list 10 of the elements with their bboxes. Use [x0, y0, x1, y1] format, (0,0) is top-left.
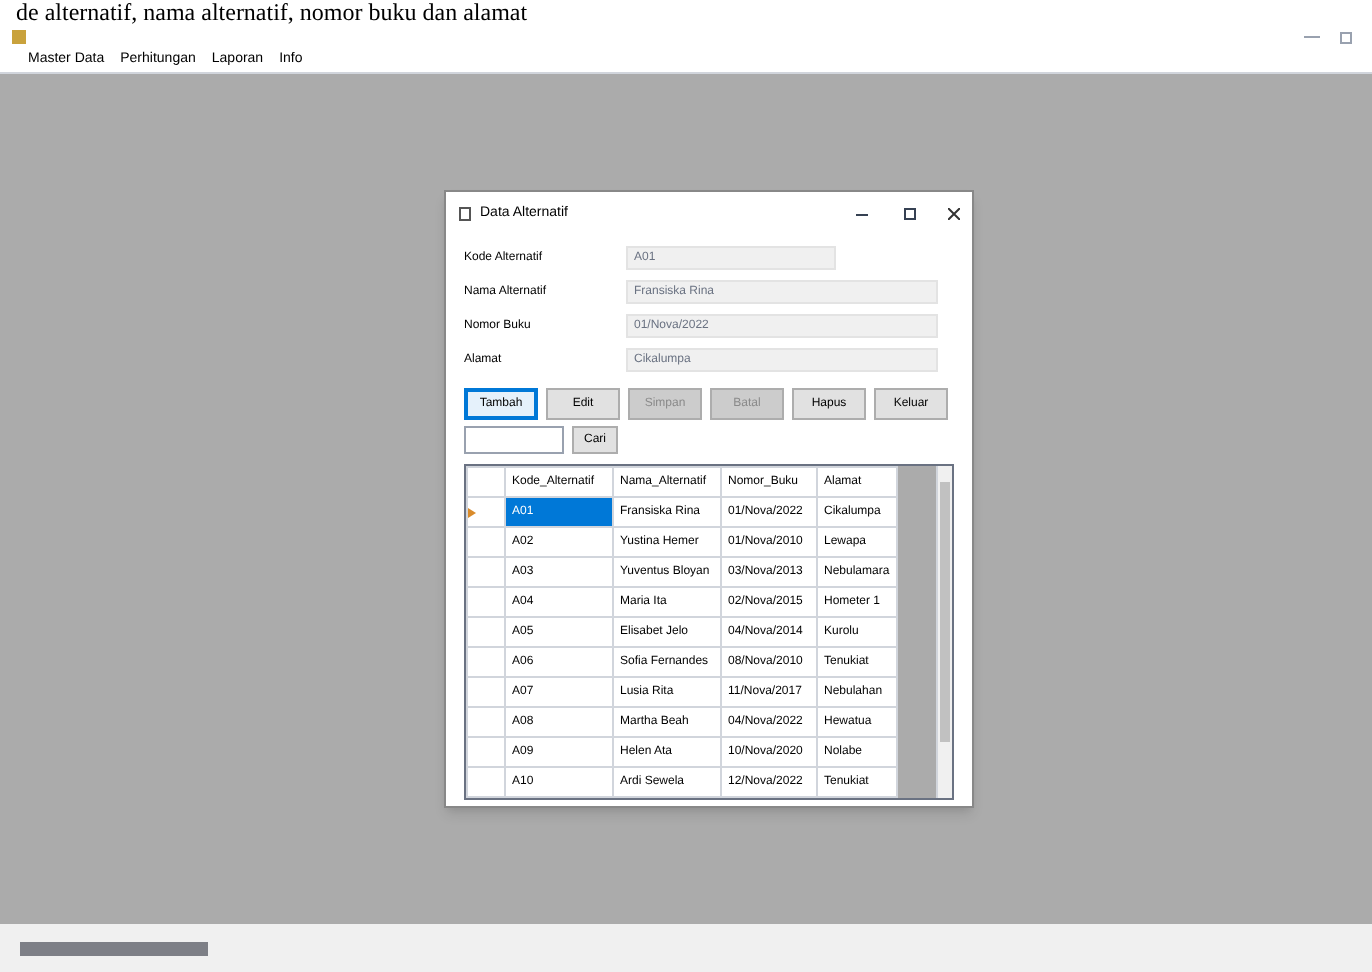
maximize-icon[interactable]: [904, 208, 916, 220]
form-icon: [458, 206, 472, 222]
document-text: de alternatif, nama alternatif, nomor buku dan alamat: [14, 0, 530, 24]
app-icon: [12, 30, 26, 44]
minimize-icon[interactable]: [856, 213, 868, 215]
scroll-thumb[interactable]: [940, 482, 950, 742]
scrollbar[interactable]: [936, 466, 952, 798]
close-icon[interactable]: [948, 208, 960, 220]
search-field[interactable]: [464, 426, 564, 454]
taskbar-tab[interactable]: [20, 941, 208, 955]
